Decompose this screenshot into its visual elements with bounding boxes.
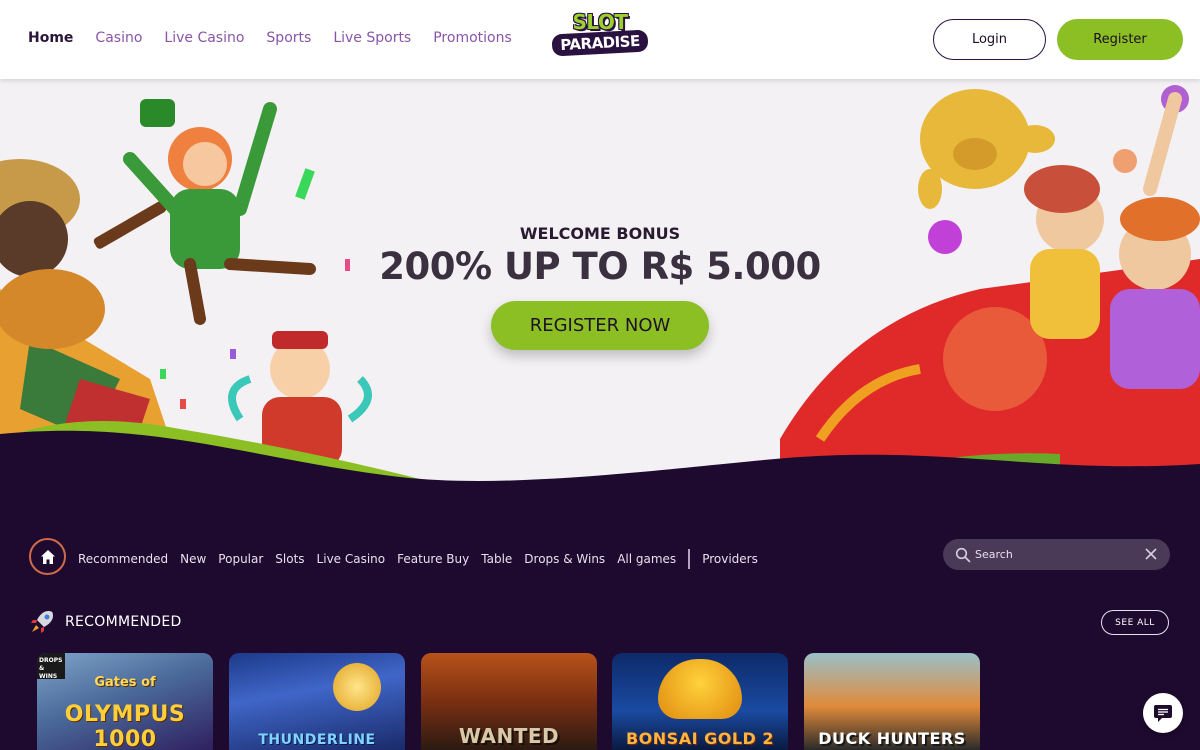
main-nav: Home Casino Live Casino Sports Live Spor… [28, 30, 512, 46]
home-category-button[interactable] [29, 538, 66, 575]
home-icon [40, 549, 55, 564]
tab-separator [688, 549, 691, 569]
game-card-bonsai-gold[interactable]: BONSAI GOLD 2 [612, 653, 788, 750]
nav-sports[interactable]: Sports [266, 30, 311, 46]
nav-casino[interactable]: Casino [95, 30, 142, 46]
register-button[interactable]: Register [1057, 19, 1183, 60]
hero-banner: WELCOME BONUS 200% UP TO R$ 5.000 REGIST… [0, 79, 1200, 499]
search-box [943, 539, 1170, 570]
section-title: RECOMMENDED [65, 614, 182, 630]
nav-live-casino[interactable]: Live Casino [164, 30, 244, 46]
chat-button[interactable] [1143, 693, 1183, 733]
bonus-title: 200% UP TO R$ 5.000 [379, 245, 821, 288]
category-tabs: Recommended New Popular Slots Live Casin… [78, 549, 758, 569]
nav-home[interactable]: Home [28, 30, 73, 46]
game-title: OLYMPUS 1000 [64, 702, 186, 750]
nav-live-sports[interactable]: Live Sports [333, 30, 411, 46]
site-logo[interactable]: SLOT PARADISE [551, 10, 649, 62]
logo-line-2: PARADISE [551, 29, 649, 57]
coin-artwork [333, 663, 381, 711]
welcome-bonus-label: WELCOME BONUS [519, 224, 681, 243]
game-subtitle: Gates of [94, 675, 156, 690]
game-card-wanted[interactable]: WANTED [421, 653, 597, 750]
tab-all-games[interactable]: All games [617, 552, 676, 566]
see-all-button[interactable]: SEE ALL [1101, 610, 1169, 635]
game-title: WANTED [458, 724, 560, 748]
register-now-button[interactable]: REGISTER NOW [491, 301, 709, 350]
site-header: Home Casino Live Casino Sports Live Spor… [0, 0, 1200, 79]
tab-providers[interactable]: Providers [702, 552, 758, 566]
tab-table[interactable]: Table [481, 552, 512, 566]
tab-drops-wins[interactable]: Drops & Wins [524, 552, 605, 566]
tab-feature-buy[interactable]: Feature Buy [397, 552, 469, 566]
game-card-duck-hunters[interactable]: DUCK HUNTERS [804, 653, 980, 750]
bonsai-artwork [658, 659, 742, 719]
game-title: THUNDERLINE [258, 732, 376, 748]
tab-slots[interactable]: Slots [275, 552, 304, 566]
game-card-olympus[interactable]: DROPS & WINS Gates of OLYMPUS 1000 [37, 653, 213, 750]
game-card-thunderline[interactable]: THUNDERLINE [229, 653, 405, 750]
close-icon[interactable] [1144, 547, 1158, 561]
game-title: DUCK HUNTERS [818, 729, 966, 748]
tab-live-casino[interactable]: Live Casino [317, 552, 386, 566]
search-icon [955, 547, 971, 562]
nav-promotions[interactable]: Promotions [433, 30, 512, 46]
hero-illustration [0, 85, 1200, 499]
tab-recommended[interactable]: Recommended [78, 552, 168, 566]
tab-popular[interactable]: Popular [218, 552, 263, 566]
login-button[interactable]: Login [933, 19, 1046, 60]
rocket-icon [31, 611, 53, 633]
tab-new[interactable]: New [180, 552, 206, 566]
game-title: BONSAI GOLD 2 [625, 729, 775, 748]
chat-icon [1154, 705, 1172, 722]
search-input[interactable] [975, 548, 1135, 561]
